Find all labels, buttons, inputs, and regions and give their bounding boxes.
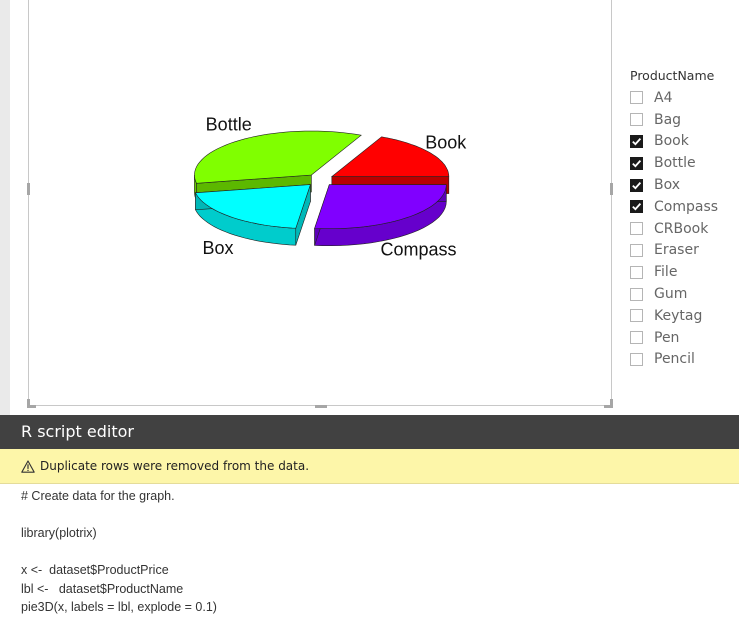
slicer-item-label: Pencil (654, 351, 695, 368)
checkbox-unchecked[interactable] (630, 91, 643, 105)
slicer-item-label: Box (654, 177, 681, 194)
checkmark-icon (632, 137, 642, 146)
checkmark-icon (632, 159, 642, 168)
checkbox-unchecked[interactable] (630, 352, 643, 366)
checkbox-checked[interactable] (630, 134, 643, 148)
slicer-item-keytag[interactable]: Keytag (630, 305, 735, 327)
checkbox-unchecked[interactable] (630, 113, 643, 127)
slicer-item-label: Eraser (654, 242, 699, 259)
pie-slice-compass (314, 184, 447, 246)
checkbox-unchecked[interactable] (630, 265, 643, 279)
checkmark-icon (632, 181, 642, 190)
code-line: library(plotrix) (21, 526, 97, 540)
checkbox-unchecked[interactable] (630, 331, 643, 345)
slicer-item-file[interactable]: File (630, 261, 735, 283)
checkbox-checked[interactable] (630, 178, 643, 192)
slicer-item-bag[interactable]: Bag (630, 109, 735, 131)
code-line: lbl <- dataset$ProductName (21, 581, 184, 596)
slicer-item-label: Keytag (654, 307, 703, 324)
checkmark-icon (632, 203, 642, 211)
pie-slice-box (195, 184, 311, 246)
editor-title: R script editor (21, 422, 134, 441)
checkbox-unchecked[interactable] (630, 309, 643, 323)
resize-handle-right[interactable] (610, 183, 613, 195)
checkbox-checked[interactable] (630, 156, 643, 170)
slicer-item-pencil[interactable]: Pencil (630, 349, 735, 371)
slicer-item-label: CRBook (654, 220, 709, 237)
r-script-code-editor[interactable]: # Create data for the graph. library(plot… (21, 487, 721, 617)
code-line: x <- dataset$ProductPrice (21, 563, 169, 577)
pie-label-bottle: Bottle (206, 115, 252, 135)
resize-handle-bottom-left-h[interactable] (27, 405, 36, 408)
slicer-item-book[interactable]: Book (630, 131, 735, 153)
code-line: pie3D(x, labels = lbl, explode = 0.1) (21, 600, 217, 614)
r-script-editor-header[interactable]: R script editor (0, 415, 739, 449)
r-visual-container[interactable]: Book Bottle Box Compass (28, 0, 612, 406)
canvas-margin (0, 0, 10, 415)
product-name-slicer: ProductName A4 Bag Book Bottle Box Compass CRB… (630, 67, 735, 370)
slicer-item-label: Book (654, 133, 689, 150)
resize-handle-bottom-right-h[interactable] (604, 405, 613, 408)
slicer-item-label: A4 (654, 89, 673, 106)
slicer-item-label: File (654, 264, 678, 281)
slicer-item-pen[interactable]: Pen (630, 327, 735, 349)
warning-message: Duplicate rows were removed from the dat… (40, 459, 310, 473)
resize-handle-bottom[interactable] (315, 405, 327, 408)
slicer-item-eraser[interactable]: Eraser (630, 240, 735, 262)
slicer-item-label: Compass (654, 198, 719, 215)
checkbox-checked[interactable] (630, 200, 643, 214)
slicer-item-bottle[interactable]: Bottle (630, 152, 735, 174)
pie-label-compass: Compass (380, 240, 456, 260)
resize-handle-left[interactable] (27, 183, 30, 195)
checkbox-unchecked[interactable] (630, 243, 643, 257)
code-line: # Create data for the graph. (21, 489, 175, 503)
checkbox-unchecked[interactable] (630, 222, 643, 236)
pie-label-box: Box (202, 238, 233, 258)
slicer-item-label: Pen (654, 329, 680, 346)
checkbox-unchecked[interactable] (630, 287, 643, 301)
pie-label-book: Book (425, 133, 467, 153)
slicer-item-a4[interactable]: A4 (630, 87, 735, 109)
slicer-item-label: Gum (654, 286, 688, 303)
slicer-item-label: Bag (654, 111, 682, 128)
slicer-item-box[interactable]: Box (630, 174, 735, 196)
slicer-item-crbook[interactable]: CRBook (630, 218, 735, 240)
warning-bar: Duplicate rows were removed from the dat… (0, 449, 739, 484)
slicer-item-label: Bottle (654, 155, 696, 172)
pie-3d-chart: Book Bottle Box Compass (194, 115, 467, 260)
warning-triangle-icon (21, 459, 35, 473)
slicer-title: ProductName (630, 68, 715, 83)
slicer-item-compass[interactable]: Compass (630, 196, 735, 218)
slicer-item-gum[interactable]: Gum (630, 283, 735, 305)
